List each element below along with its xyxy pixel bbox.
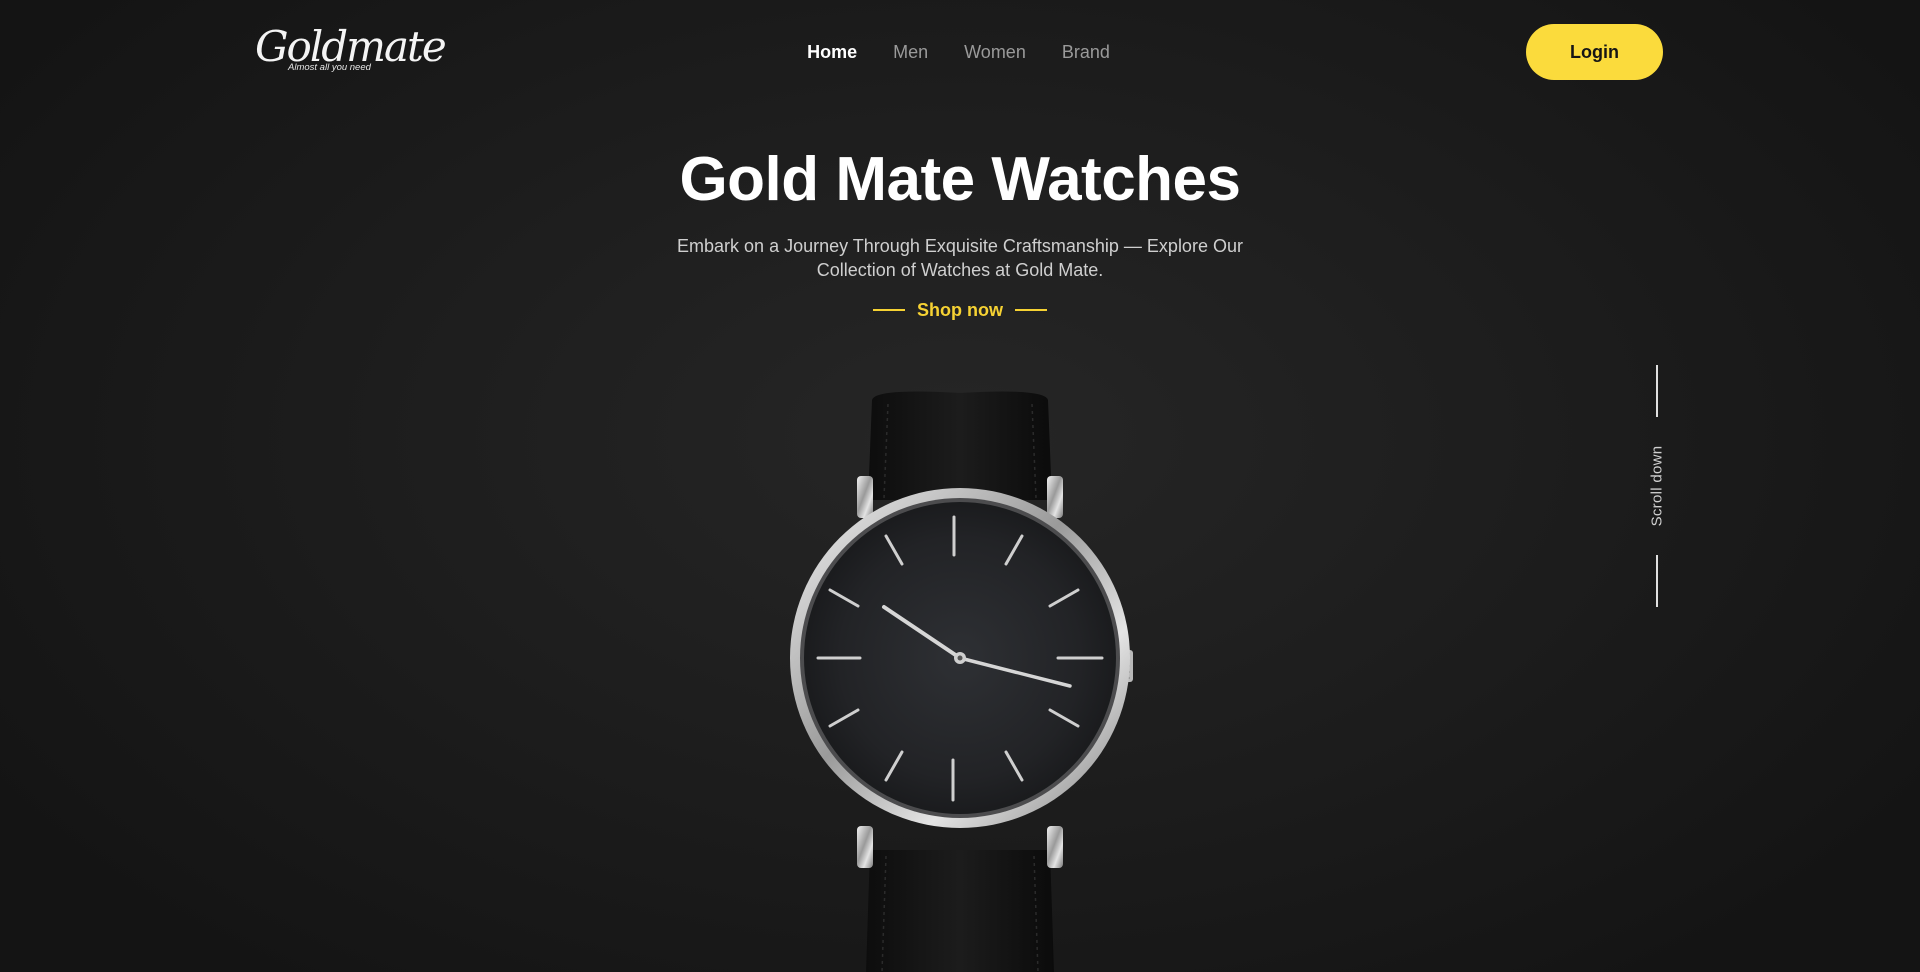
hero-subtitle: Embark on a Journey Through Exquisite Cr… <box>677 236 1243 280</box>
scroll-line-bottom <box>1656 555 1658 607</box>
nav-item-men[interactable]: Men <box>893 40 928 64</box>
logo-tagline: Almost all you need <box>288 62 371 73</box>
cta-right-line <box>1014 309 1047 311</box>
cta-left-line <box>873 309 905 311</box>
shop-now-cta: Shop now <box>0 298 1920 322</box>
hero-title: Gold Mate Watches <box>679 145 1241 214</box>
watch-icon <box>790 391 1133 972</box>
scroll-down-label[interactable]: Scroll down <box>1649 446 1666 527</box>
scroll-line-top <box>1656 365 1658 417</box>
nav-item-women[interactable]: Women <box>964 40 1026 64</box>
shop-now-link[interactable]: Shop now <box>917 298 1003 322</box>
login-button[interactable]: Login <box>1526 24 1663 80</box>
brand-logo[interactable]: Goldmate Almost all you need <box>255 22 447 80</box>
nav-item-home[interactable]: Home <box>807 40 857 64</box>
nav-item-brand[interactable]: Brand <box>1062 40 1110 64</box>
